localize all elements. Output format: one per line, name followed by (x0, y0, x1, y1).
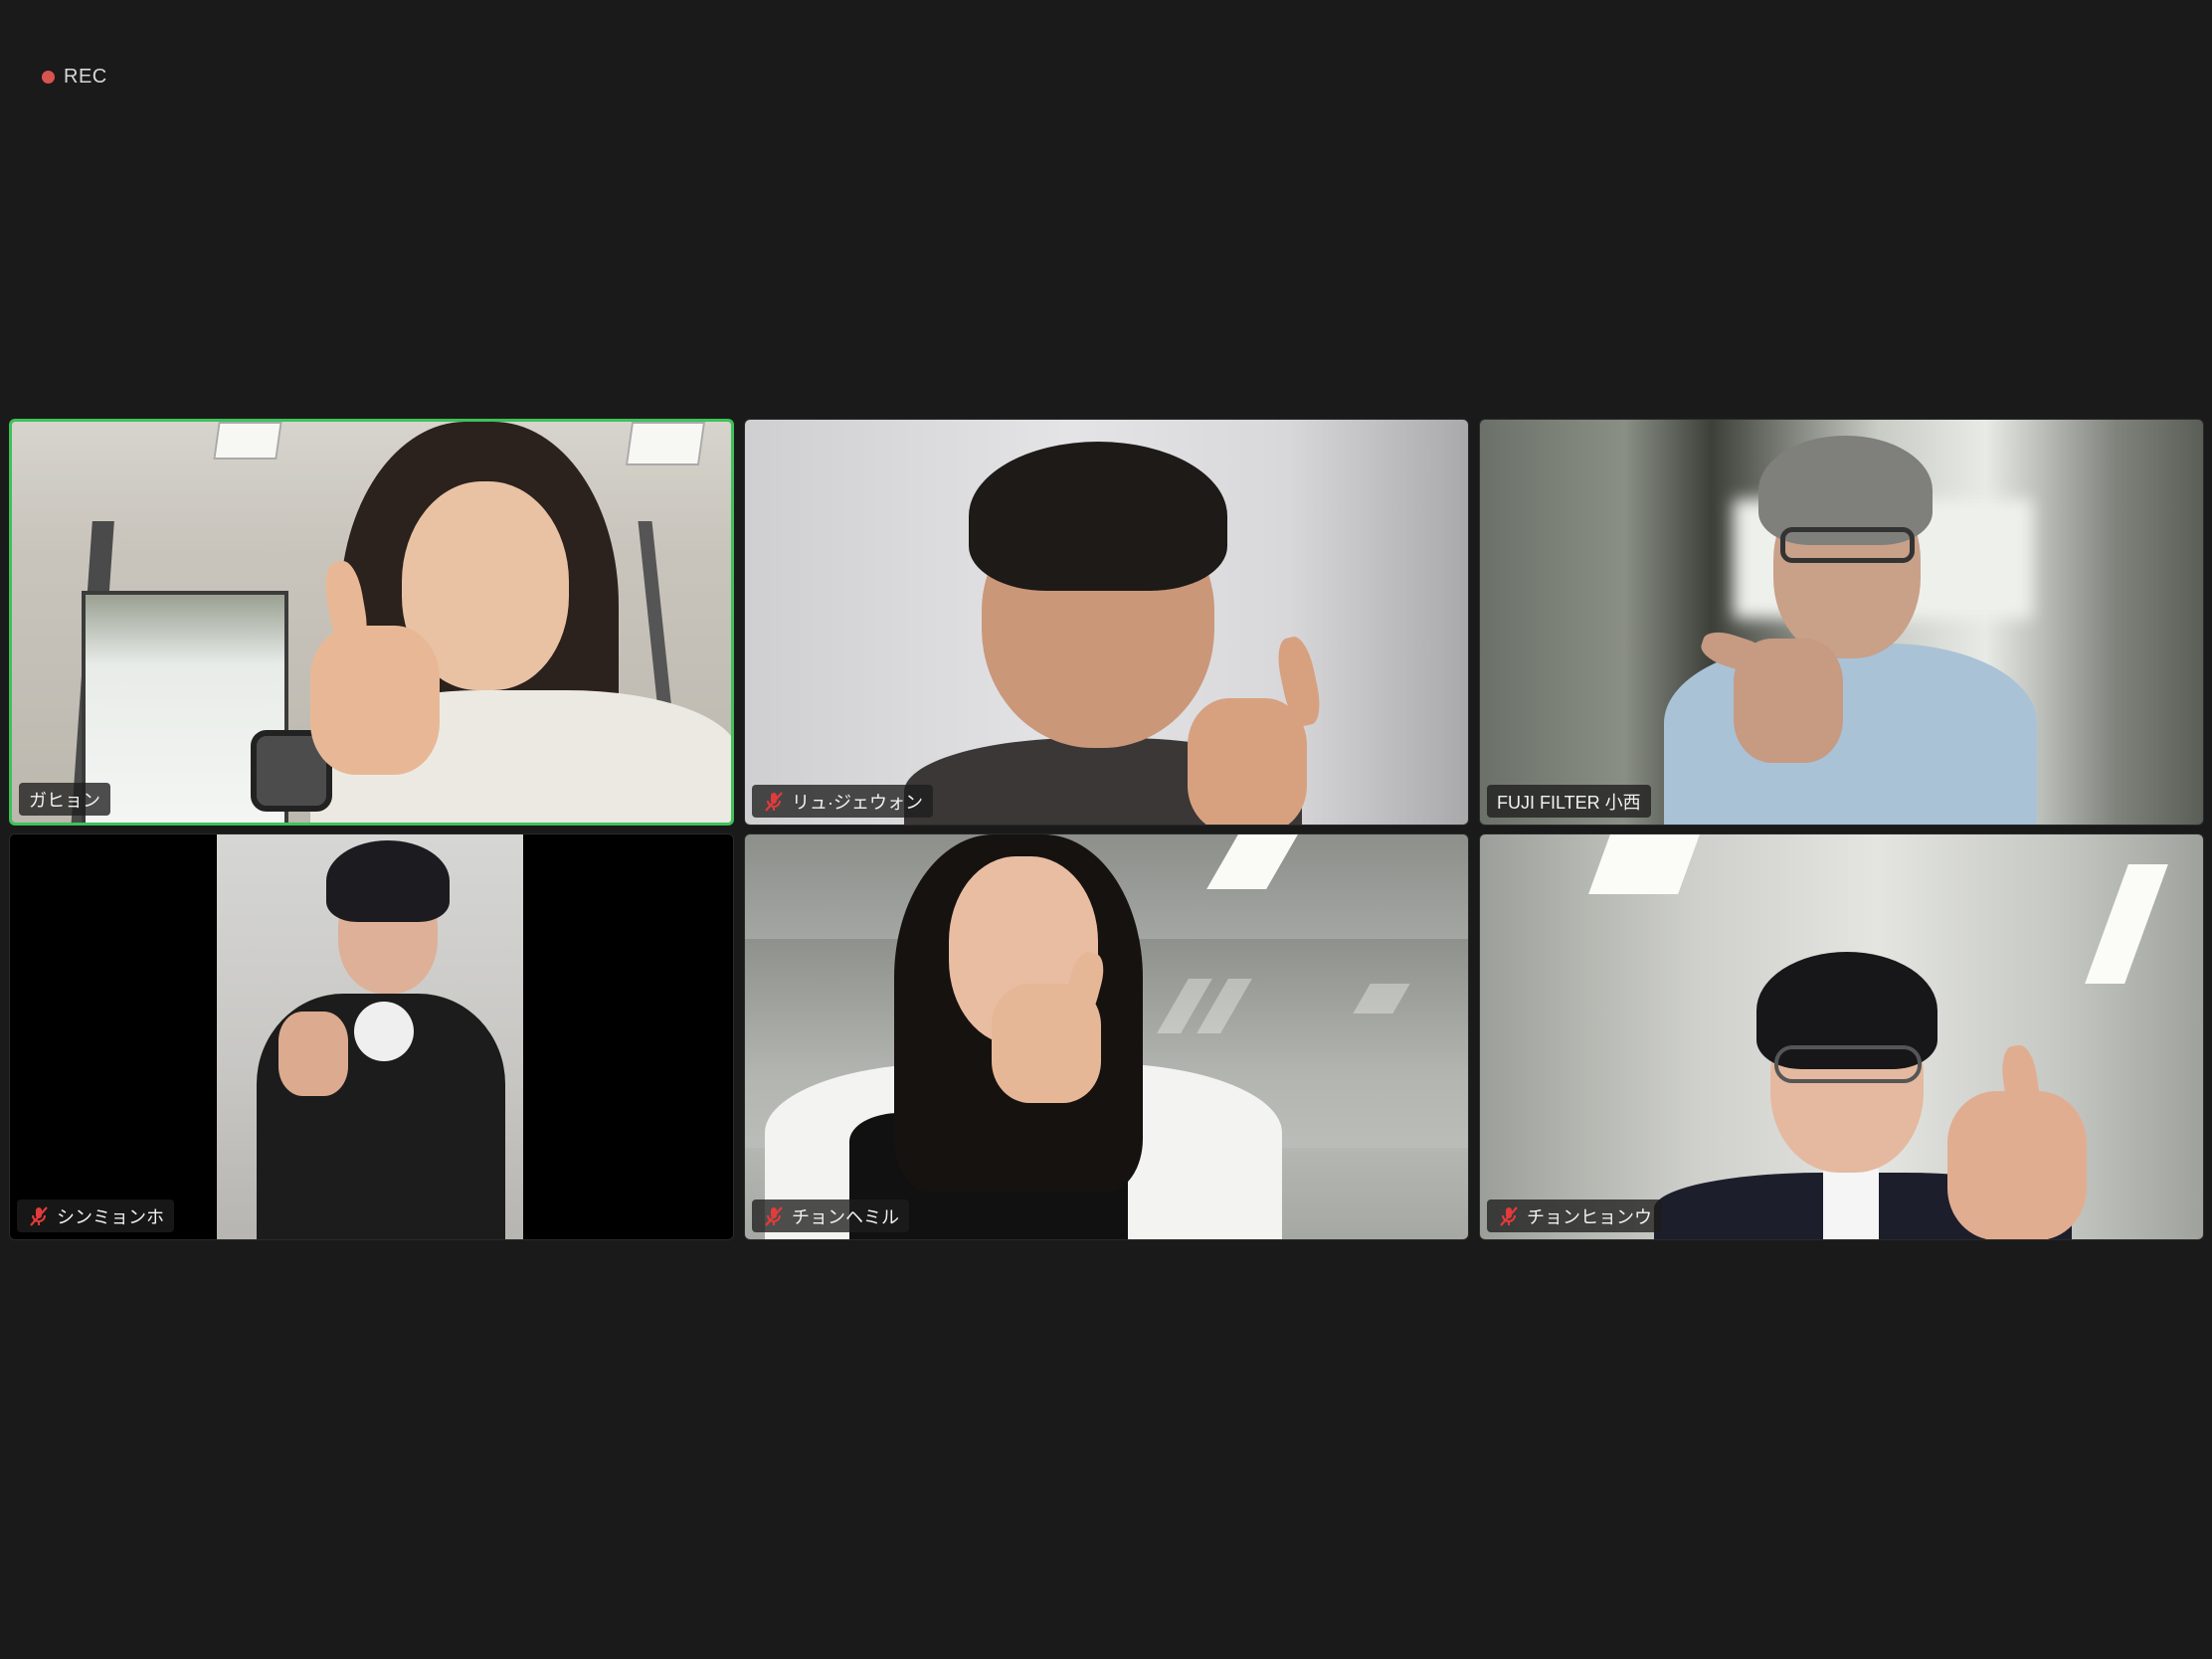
participant-grid: ガヒョン リュ·ジェウォン FUJI FILTER 小西 シンミョンホ チョンヘ… (9, 419, 2204, 1240)
participant-tile-1[interactable]: ガヒョン (9, 419, 734, 826)
participant-name: チョンヘミル (792, 1206, 899, 1227)
participant-video (1480, 420, 2203, 825)
participant-video (1480, 834, 2203, 1239)
participant-tile-3[interactable]: FUJI FILTER 小西 (1479, 419, 2204, 826)
microphone-off-icon (765, 1205, 783, 1226)
video-call-window: REC ガヒョン リュ·ジェウォン FUJI FILTER 小西 シンミョンホ … (0, 0, 2212, 1659)
participant-video (12, 422, 731, 823)
participant-name-tag: チョンヒョンウ (1487, 1199, 1662, 1232)
participant-name: FUJI FILTER 小西 (1497, 792, 1641, 813)
participant-name-tag: FUJI FILTER 小西 (1487, 785, 1651, 818)
recording-indicator: REC (42, 66, 107, 89)
participant-name: チョンヒョンウ (1527, 1206, 1652, 1227)
participant-name-tag: チョンヘミル (752, 1199, 909, 1232)
microphone-off-icon (30, 1205, 48, 1226)
microphone-off-icon (1500, 1205, 1518, 1226)
recording-dot-icon (42, 71, 55, 84)
participant-name-tag: シンミョンホ (17, 1199, 174, 1232)
participant-tile-6[interactable]: チョンヒョンウ (1479, 833, 2204, 1240)
participant-video (745, 420, 1468, 825)
participant-video (10, 834, 733, 1239)
participant-tile-5[interactable]: チョンヘミル (744, 833, 1469, 1240)
participant-tile-4[interactable]: シンミョンホ (9, 833, 734, 1240)
participant-name-tag: リュ·ジェウォン (752, 785, 933, 818)
recording-label: REC (64, 66, 107, 88)
participant-name: リュ·ジェウォン (792, 792, 923, 813)
participant-name: ガヒョン (29, 790, 100, 811)
participant-name: シンミョンホ (57, 1206, 164, 1227)
microphone-off-icon (765, 791, 783, 812)
participant-tile-2[interactable]: リュ·ジェウォン (744, 419, 1469, 826)
participant-name-tag: ガヒョン (19, 783, 110, 816)
participant-video (745, 834, 1468, 1239)
